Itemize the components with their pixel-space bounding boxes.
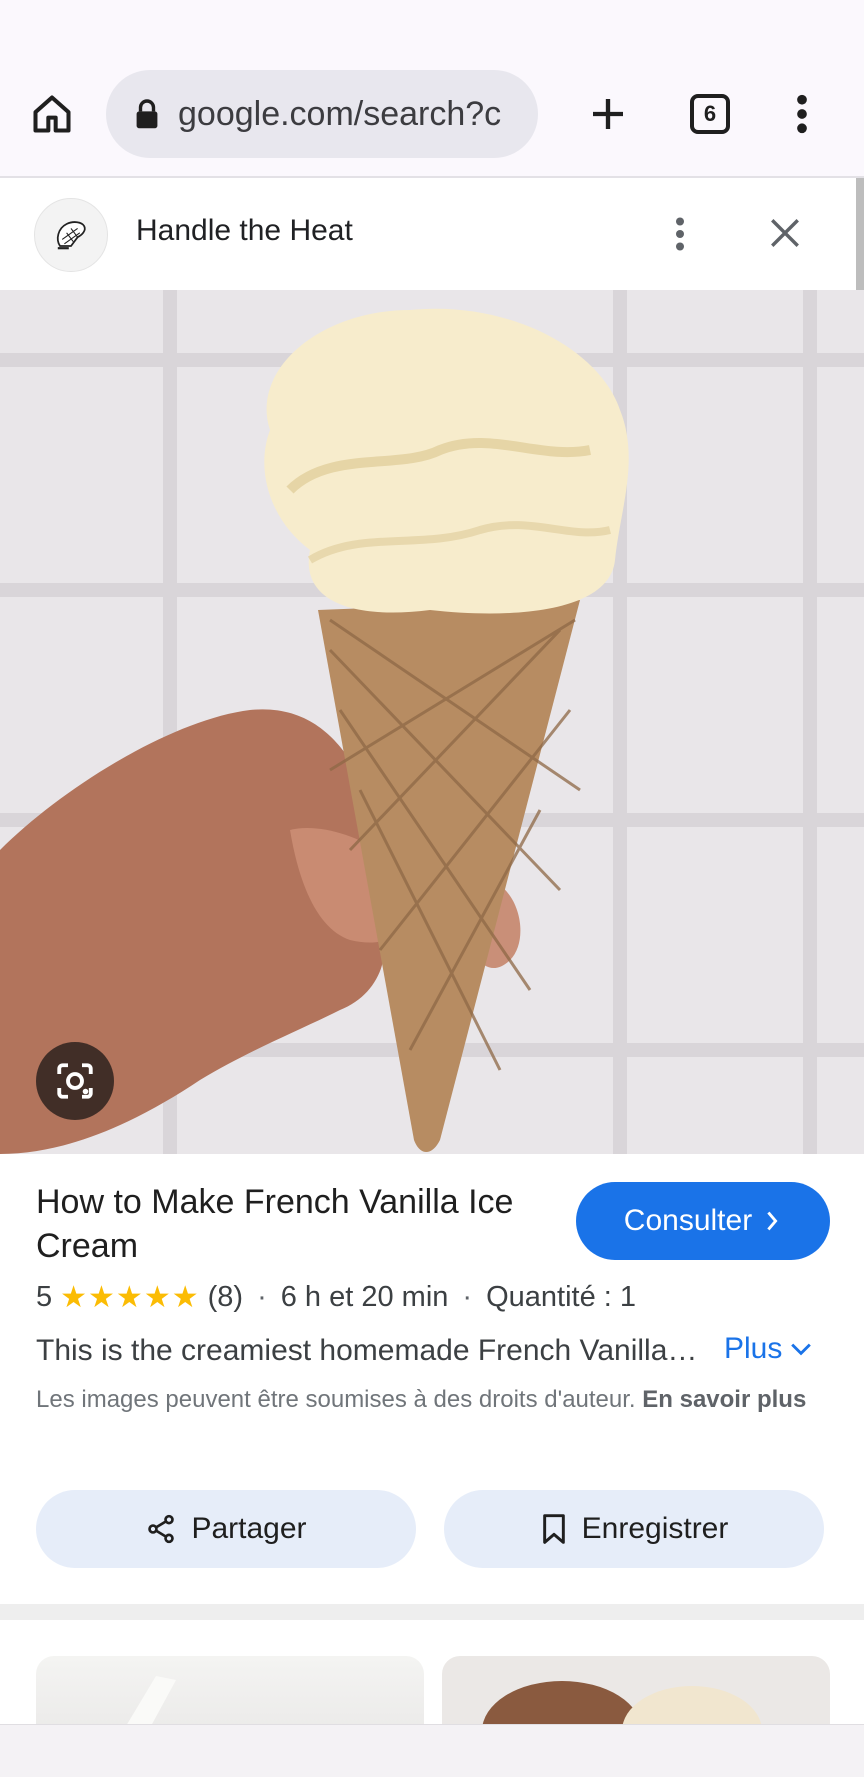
home-button[interactable] <box>22 84 82 144</box>
source-header: Handle the Heat <box>0 178 864 290</box>
chevron-down-icon <box>791 1343 812 1356</box>
ice-cream-cone-image <box>0 290 864 1154</box>
close-icon <box>771 219 799 247</box>
related-image-preview <box>126 1676 176 1726</box>
bookmark-icon <box>542 1514 565 1544</box>
tab-count: 6 <box>703 101 717 126</box>
review-count: (8) <box>207 1281 244 1313</box>
related-image-preview <box>482 1681 762 1726</box>
share-button[interactable]: Partager <box>36 1490 416 1568</box>
rating-value: 5 <box>36 1281 53 1313</box>
plus-icon <box>593 99 623 129</box>
more-vert-icon <box>676 217 684 251</box>
source-name[interactable]: Handle the Heat <box>136 214 353 248</box>
more-vert-icon <box>797 94 807 134</box>
tab-switcher-button[interactable]: 6 <box>690 94 730 134</box>
address-bar[interactable]: google.com/search?c <box>106 70 538 158</box>
url-text: google.com/search?c <box>178 94 502 133</box>
copyright-text: Les images peuvent être soumises à des d… <box>36 1386 636 1413</box>
close-button[interactable] <box>760 208 810 258</box>
servings: Quantité : 1 <box>486 1281 637 1313</box>
more-label: Plus <box>724 1332 783 1365</box>
save-label: Enregistrer <box>581 1512 729 1545</box>
separator-dot: · <box>257 1281 267 1313</box>
browser-toolbar: google.com/search?c 6 <box>0 0 864 178</box>
result-title[interactable]: How to Make French Vanilla Ice Cream <box>36 1180 556 1268</box>
cook-time: 6 h et 20 min <box>280 1281 449 1313</box>
save-button[interactable]: Enregistrer <box>444 1490 824 1568</box>
source-more-button[interactable] <box>660 212 700 256</box>
section-divider <box>0 1604 864 1620</box>
recipe-meta: 5 ★★★★★ (8) · 6 h et 20 min · Quantité :… <box>36 1280 636 1315</box>
lock-icon <box>136 99 158 129</box>
chevron-right-icon <box>767 1211 778 1231</box>
share-label: Partager <box>191 1512 307 1545</box>
related-image-thumbnail[interactable] <box>36 1656 424 1726</box>
new-tab-button[interactable] <box>578 84 638 144</box>
home-icon <box>33 95 71 133</box>
related-image-thumbnail[interactable] <box>442 1656 830 1726</box>
learn-more-link[interactable]: En savoir plus <box>642 1386 806 1413</box>
source-logo[interactable] <box>34 198 108 272</box>
separator-dot: · <box>462 1281 473 1313</box>
consult-button[interactable]: Consulter <box>576 1182 830 1260</box>
copyright-notice: Les images peuvent être soumises à des d… <box>36 1382 826 1417</box>
rating-stars: ★★★★★ <box>60 1281 200 1314</box>
result-image[interactable] <box>0 290 864 1154</box>
google-lens-button[interactable] <box>36 1042 114 1120</box>
browser-menu-button[interactable] <box>782 84 822 144</box>
result-description: This is the creamiest homemade French Va… <box>36 1334 704 1367</box>
oven-mitt-logo <box>56 221 86 250</box>
lens-icon <box>57 1063 93 1099</box>
system-navigation-bar <box>0 1724 864 1777</box>
consult-label: Consulter <box>623 1204 753 1237</box>
share-icon <box>148 1514 175 1544</box>
more-button[interactable]: Plus <box>724 1332 812 1366</box>
